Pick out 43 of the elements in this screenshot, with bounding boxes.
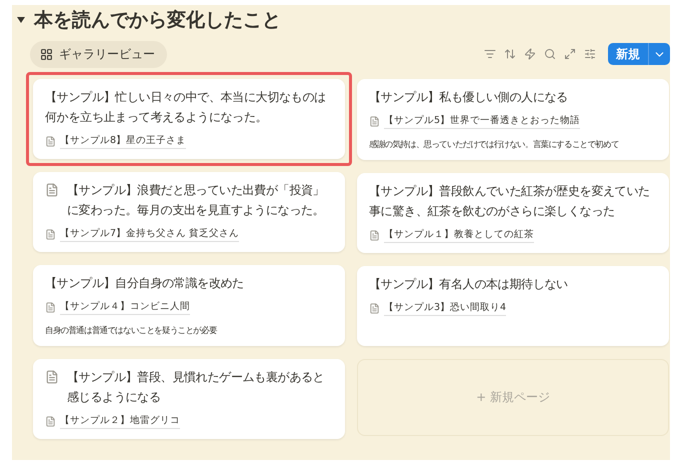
grid-icon [40,48,53,60]
relation-link[interactable]: 【サンプル２】地雷グリコ [60,414,180,429]
search-icon[interactable] [544,48,556,60]
page-icon [369,230,380,241]
section-title: 本を読んでから変化したこと [34,8,281,33]
card-title: 【サンプル】自分自身の常識を改めた [45,275,244,292]
relation-link[interactable]: 【サンプル１】教養としての紅茶 [384,228,534,243]
gallery-card[interactable]: 【サンプル】忙しい日々の中で、本当に大切なものは何かを立ち止まって考えるようになった。 【サンプル8】星の王子さま [33,79,345,159]
gallery-card[interactable]: 【サンプル】普段、見慣れたゲームも裏があると感じるようになる 【サンプル２】地雷グリコ [33,359,345,439]
card-title: 【サンプル】普段飲んでいた紅茶が歴史を変えていた事に驚き、紅茶を飲むのがさらに楽しくなった [369,183,651,220]
gallery-card[interactable]: 【サンプル】自分自身の常識を改めた 【サンプル４】コンビニ人間 自身の普通は普通ではないことを疑うことが必要 [33,265,345,346]
gallery-card[interactable]: 【サンプル】普段飲んでいた紅茶が歴史を変えていた事に驚き、紅茶を飲むのがさらに楽しくなった 【サンプル１】教養としての紅茶 [357,173,669,253]
page-icon [369,116,380,127]
page-icon [45,416,56,427]
gallery-card[interactable]: 【サンプル】有名人の本は期待しない 【サンプル3】恐い間取り4 [357,266,669,346]
sort-icon[interactable] [504,48,516,60]
card-title: 【サンプル】私も優しい側の人になる [369,89,568,106]
gallery-card[interactable]: 【サンプル】私も優しい側の人になる 【サンプル5】世界で一番透きとおった物語 感謝の気持は、思っていただけでは行けない。言葉にすることで初めて [357,79,669,160]
lightning-icon[interactable] [524,48,536,60]
page-icon [45,183,59,197]
page-icon [45,370,59,384]
card-title: 【サンプル】浪費だと思っていた出費が「投資」に変わった。毎月の支出を見直すようになった。 [67,182,326,219]
expand-icon[interactable] [564,48,576,60]
sliders-icon[interactable] [584,48,596,60]
card-title: 【サンプル】有名人の本は期待しない [369,276,568,293]
card-title: 【サンプル】忙しい日々の中で、本当に大切なものは何かを立ち止まって考えるようになった。 [45,89,327,126]
toggle-icon[interactable] [16,15,26,25]
relation-link[interactable]: 【サンプル7】金持ち父さん 貧乏父さん [60,227,240,242]
card-note: 自身の普通は普通ではないことを疑うことが必要 [45,324,218,336]
gallery-view-tab[interactable]: ギャラリービュー [30,40,167,68]
page-icon [45,136,56,147]
filter-icon[interactable] [484,48,496,60]
new-button[interactable]: 新規 [608,43,648,65]
card-note: 感謝の気持は、思っていただけでは行けない。言葉にすることで初めて [369,138,620,150]
page-icon [369,303,380,314]
page-icon [45,302,56,313]
relation-link[interactable]: 【サンプル8】星の王子さま [60,134,186,149]
card-title: 【サンプル】普段、見慣れたゲームも裏があると感じるようになる [67,369,326,406]
relation-link[interactable]: 【サンプル４】コンビニ人間 [60,300,190,315]
page-icon [45,229,56,240]
relation-link[interactable]: 【サンプル3】恐い間取り4 [384,301,506,316]
relation-link[interactable]: 【サンプル5】世界で一番透きとおった物語 [384,114,580,129]
gallery-card[interactable]: 【サンプル】浪費だと思っていた出費が「投資」に変わった。毎月の支出を見直すようになった。 【サンプル7】金持ち父さん 貧乏父さん [33,172,345,252]
